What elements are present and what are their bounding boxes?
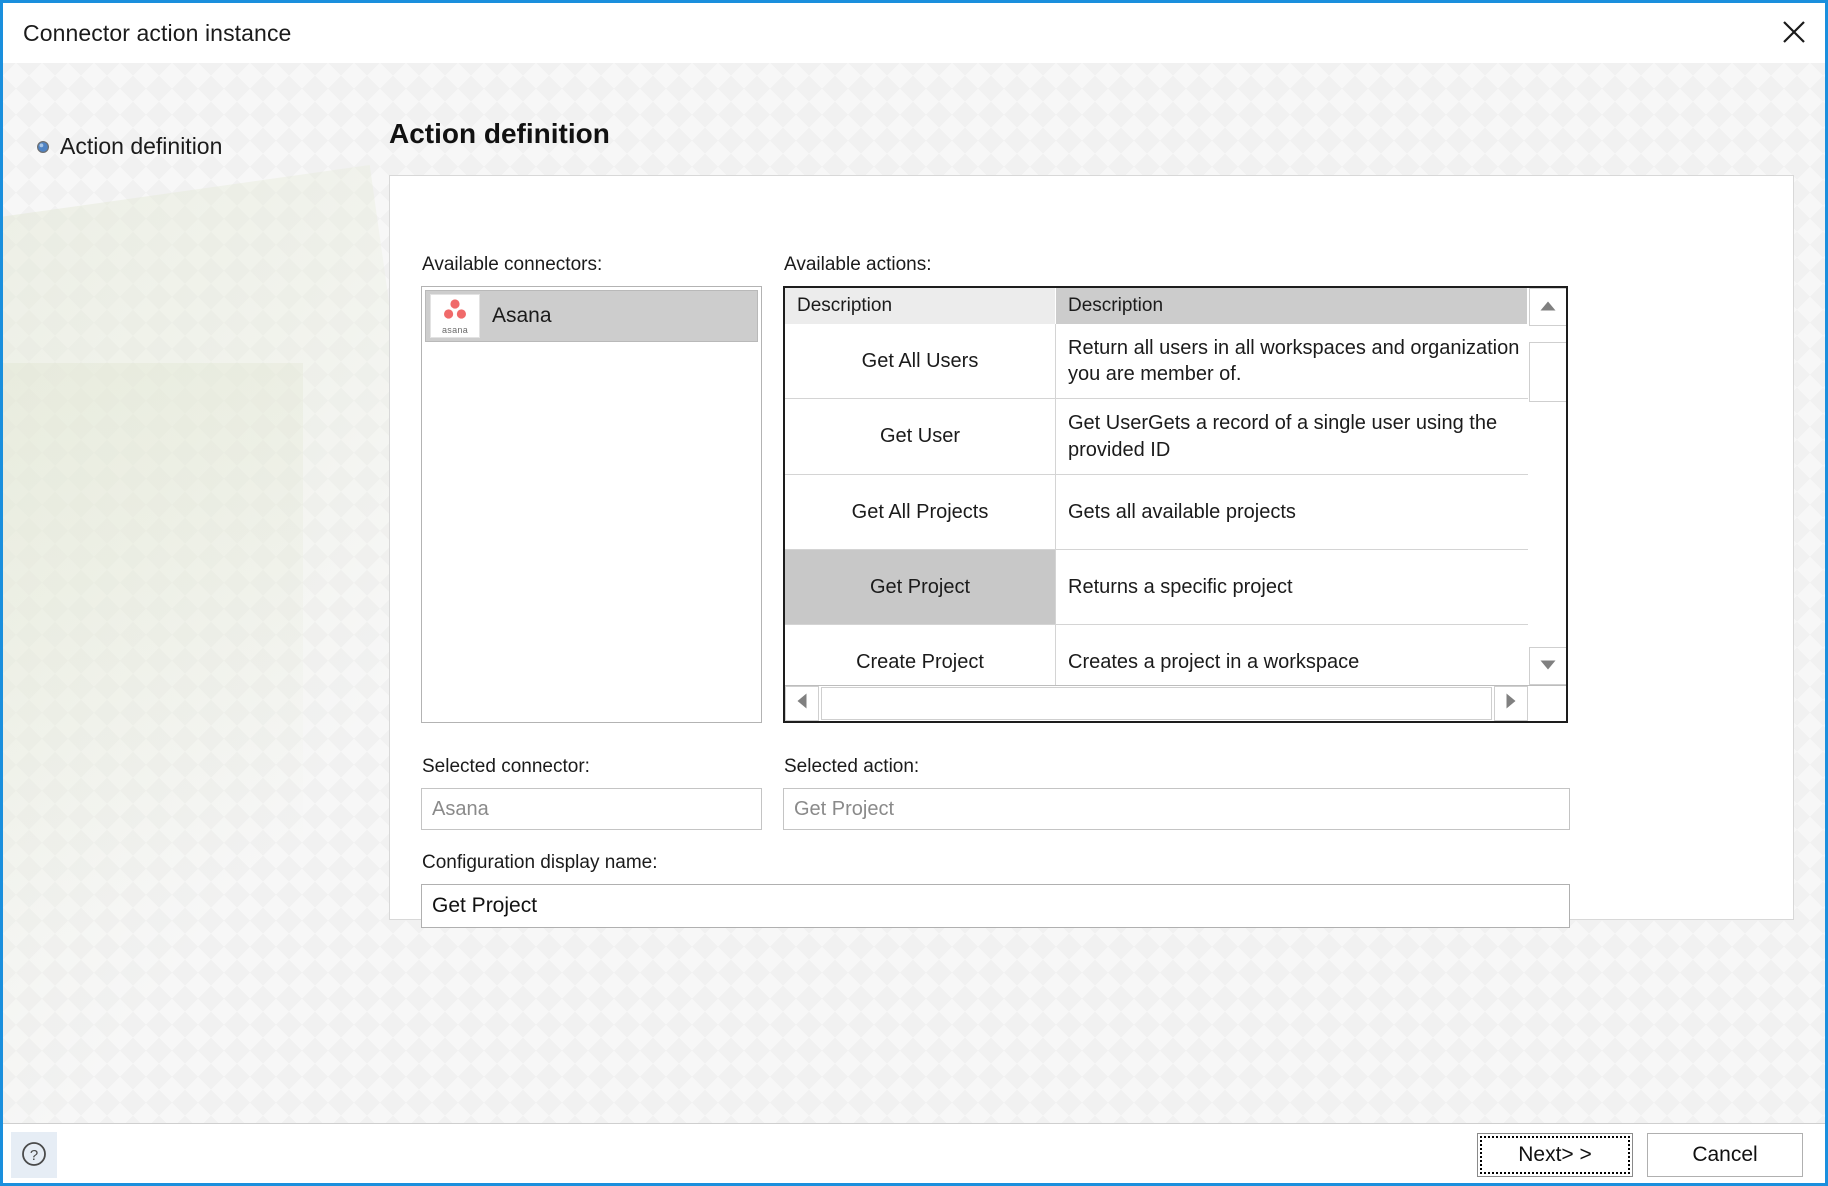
table-row[interactable]: Get Project Returns a specific project xyxy=(785,550,1528,625)
scroll-down-arrow-icon xyxy=(1540,657,1556,675)
dialog-footer: ? Next> > Cancel xyxy=(3,1123,1825,1183)
table-row[interactable]: Get All Projects Gets all available proj… xyxy=(785,475,1528,550)
sidebar-item-action-definition[interactable]: Action definition xyxy=(36,133,389,160)
configuration-display-name-input[interactable] xyxy=(421,884,1570,928)
action-description-cell: Get UserGets a record of a single user u… xyxy=(1068,412,1498,461)
column-header-description[interactable]: Description xyxy=(1056,288,1528,324)
column-header-name[interactable]: Description xyxy=(785,288,1056,324)
connector-list-item-asana[interactable]: asana Asana xyxy=(425,290,758,342)
dialog-title: Connector action instance xyxy=(23,19,292,46)
horizontal-scrollbar[interactable] xyxy=(785,685,1566,721)
action-name-cell: Create Project xyxy=(785,625,1056,685)
action-description-cell: Return all users in all workspaces and o… xyxy=(1068,336,1520,385)
configuration-display-name-label: Configuration display name: xyxy=(422,852,658,873)
scrollbar-corner xyxy=(1528,686,1566,721)
action-name-cell: Get Project xyxy=(785,550,1056,624)
available-actions-label: Available actions: xyxy=(784,254,932,275)
action-description-cell: Gets all available projects xyxy=(1068,500,1296,523)
selected-action-input[interactable] xyxy=(783,788,1570,830)
scroll-up-arrow-icon xyxy=(1540,298,1556,316)
available-actions-grid: Description Description Get All Users Re… xyxy=(783,286,1568,723)
svg-text:?: ? xyxy=(30,1147,38,1164)
scroll-up-button[interactable] xyxy=(1529,288,1566,326)
vertical-scrollbar-thumb[interactable] xyxy=(1529,342,1566,402)
connector-action-instance-dialog: Connector action instance Action definit… xyxy=(0,0,1828,1186)
selected-connector-label: Selected connector: xyxy=(422,756,590,777)
help-question-icon: ? xyxy=(20,1140,48,1171)
asana-logo-icon: asana xyxy=(430,294,480,338)
vertical-scrollbar[interactable] xyxy=(1528,288,1566,685)
action-name-cell: Get User xyxy=(785,399,1056,474)
actions-grid-body: Get All Users Return all users in all wo… xyxy=(785,324,1528,685)
action-definition-panel: Available connectors: asana Asana Availa… xyxy=(389,175,1794,928)
selected-action-label: Selected action: xyxy=(784,756,920,777)
horizontal-scrollbar-thumb[interactable] xyxy=(821,687,1492,720)
blue-diamond-bullet-icon xyxy=(36,140,50,154)
action-name-cell: Get All Users xyxy=(785,324,1056,398)
close-button[interactable] xyxy=(1763,3,1825,61)
wizard-steps-sidebar: Action definition xyxy=(3,63,389,1123)
connector-name-label: Asana xyxy=(492,304,552,327)
main-content: Action definition Available connectors: xyxy=(389,63,1825,1123)
available-connectors-list[interactable]: asana Asana xyxy=(421,286,762,723)
scroll-left-arrow-icon xyxy=(797,693,807,714)
next-button[interactable]: Next> > xyxy=(1477,1133,1633,1177)
actions-grid-inner: Description Description Get All Users Re… xyxy=(785,288,1566,685)
available-connectors-label: Available connectors: xyxy=(422,254,603,275)
selected-connector-input[interactable] xyxy=(421,788,762,830)
action-description-cell: Returns a specific project xyxy=(1068,575,1293,598)
scroll-down-button[interactable] xyxy=(1529,647,1566,685)
table-row[interactable]: Get All Users Return all users in all wo… xyxy=(785,324,1528,399)
dialog-body: Action definition Action definition Avai… xyxy=(3,63,1825,1123)
scroll-right-arrow-icon xyxy=(1506,693,1516,714)
table-row[interactable]: Create Project Creates a project in a wo… xyxy=(785,625,1528,685)
action-name-cell: Get All Projects xyxy=(785,475,1056,549)
close-icon xyxy=(1781,19,1807,45)
sidebar-item-label: Action definition xyxy=(60,133,223,159)
actions-grid-viewport: Description Description Get All Users Re… xyxy=(785,288,1528,685)
help-button[interactable]: ? xyxy=(11,1132,57,1178)
actions-grid-header: Description Description xyxy=(785,288,1528,324)
scroll-right-button[interactable] xyxy=(1494,686,1528,721)
dialog-titlebar: Connector action instance xyxy=(3,3,1825,63)
action-description-cell: Creates a project in a workspace xyxy=(1068,650,1360,673)
scroll-left-button[interactable] xyxy=(785,686,819,721)
table-row[interactable]: Get User Get UserGets a record of a sing… xyxy=(785,399,1528,475)
cancel-button[interactable]: Cancel xyxy=(1647,1133,1803,1177)
vertical-scrollbar-track[interactable] xyxy=(1529,402,1566,647)
asana-wordmark-label: asana xyxy=(441,324,469,335)
page-title: Action definition xyxy=(389,118,610,149)
